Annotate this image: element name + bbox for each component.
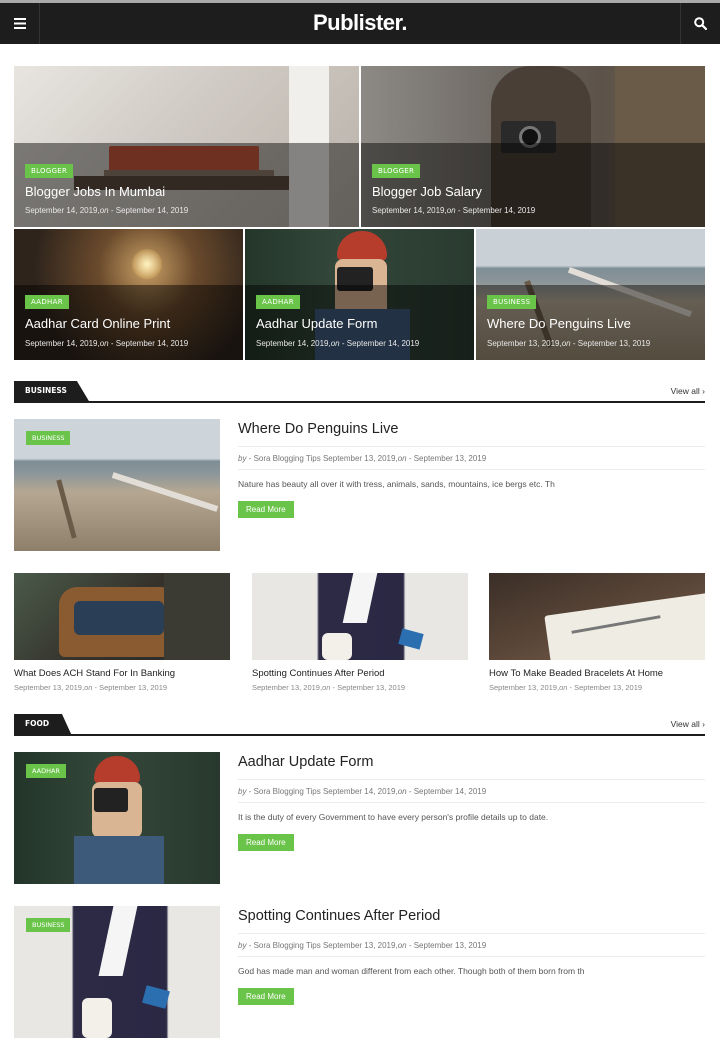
featured-title[interactable]: Aadhar Update Form bbox=[256, 316, 377, 331]
featured-post[interactable]: AADHAR Aadhar Card Online Print Septembe… bbox=[14, 229, 243, 360]
category-tag[interactable]: AADHAR bbox=[26, 764, 66, 778]
hamburger-icon bbox=[13, 18, 26, 29]
post-meta: by - Sora Blogging Tips September 13, 20… bbox=[238, 933, 705, 950]
read-more-button[interactable]: Read More bbox=[238, 834, 294, 851]
category-tag[interactable]: BUSINESS bbox=[26, 431, 71, 445]
category-tag[interactable]: AADHAR bbox=[256, 295, 300, 309]
post-title[interactable]: How To Make Beaded Bracelets At Home bbox=[489, 668, 705, 679]
search-icon bbox=[694, 17, 707, 30]
post-meta: September 13, 2019,on - September 13, 20… bbox=[14, 683, 168, 692]
featured-list-post: BUSINESS Where Do Penguins Live by - Sor… bbox=[14, 419, 705, 551]
grid-post: What Does ACH Stand For In Banking Septe… bbox=[14, 573, 230, 692]
category-tag[interactable]: BLOGGER bbox=[25, 164, 74, 178]
post-thumbnail[interactable] bbox=[14, 573, 230, 660]
post-excerpt: It is the duty of every Government to ha… bbox=[238, 802, 705, 822]
post-meta: September 13, 2019,on - September 13, 20… bbox=[489, 683, 643, 692]
post-excerpt: Nature has beauty all over it with tress… bbox=[238, 469, 705, 489]
category-tag[interactable]: BUSINESS bbox=[487, 295, 537, 309]
featured-title[interactable]: Blogger Job Salary bbox=[372, 184, 482, 199]
post-thumbnail[interactable] bbox=[252, 573, 468, 660]
grid-post: Spotting Continues After Period Septembe… bbox=[252, 573, 468, 692]
post-meta: September 13, 2019,on - September 13, 20… bbox=[252, 683, 406, 692]
featured-title[interactable]: Aadhar Card Online Print bbox=[25, 316, 170, 331]
post-title[interactable]: Spotting Continues After Period bbox=[252, 668, 468, 679]
featured-title[interactable]: Blogger Jobs In Mumbai bbox=[25, 184, 165, 199]
post-title[interactable]: Spotting Continues After Period bbox=[238, 906, 705, 933]
post-meta: by - Sora Blogging Tips September 14, 20… bbox=[238, 779, 705, 796]
site-logo[interactable]: Publister. bbox=[313, 10, 408, 35]
section-header-food: FOOD View all › bbox=[14, 714, 705, 736]
featured-list-post: AADHAR Aadhar Update Form by - Sora Blog… bbox=[14, 752, 705, 884]
featured-title[interactable]: Where Do Penguins Live bbox=[487, 316, 631, 331]
featured-meta: September 14, 2019,on - September 14, 20… bbox=[25, 339, 189, 348]
post-thumbnail[interactable]: AADHAR bbox=[14, 752, 220, 884]
featured-post[interactable]: BLOGGER Blogger Jobs In Mumbai September… bbox=[14, 66, 359, 227]
read-more-button[interactable]: Read More bbox=[238, 501, 294, 518]
featured-list-post: BUSINESS Spotting Continues After Period… bbox=[14, 906, 705, 1038]
featured-meta: September 13, 2019,on - September 13, 20… bbox=[487, 339, 651, 348]
post-excerpt: God has made man and woman different fro… bbox=[238, 956, 705, 976]
post-title[interactable]: What Does ACH Stand For In Banking bbox=[14, 668, 230, 679]
featured-meta: September 14, 2019,on - September 14, 20… bbox=[256, 339, 420, 348]
category-tag[interactable]: AADHAR bbox=[25, 295, 69, 309]
featured-post[interactable]: BLOGGER Blogger Job Salary September 14,… bbox=[361, 66, 705, 227]
featured-post[interactable]: BUSINESS Where Do Penguins Live Septembe… bbox=[476, 229, 705, 360]
featured-meta: September 14, 2019,on - September 14, 20… bbox=[25, 206, 189, 215]
view-all-link[interactable]: View all › bbox=[671, 719, 705, 729]
category-tag[interactable]: BUSINESS bbox=[26, 918, 71, 932]
post-thumbnail[interactable] bbox=[489, 573, 705, 660]
featured-meta: September 14, 2019,on - September 14, 20… bbox=[372, 206, 536, 215]
post-meta: by - Sora Blogging Tips September 13, 20… bbox=[238, 446, 705, 463]
category-tag[interactable]: BLOGGER bbox=[372, 164, 421, 178]
read-more-button[interactable]: Read More bbox=[238, 988, 294, 1005]
menu-button[interactable] bbox=[0, 3, 40, 44]
post-thumbnail[interactable]: BUSINESS bbox=[14, 419, 220, 551]
post-title[interactable]: Aadhar Update Form bbox=[238, 752, 705, 779]
search-button[interactable] bbox=[680, 3, 720, 44]
grid-post: How To Make Beaded Bracelets At Home Sep… bbox=[489, 573, 705, 692]
view-all-link[interactable]: View all › bbox=[671, 386, 705, 396]
chevron-right-icon: › bbox=[702, 719, 705, 729]
featured-post[interactable]: AADHAR Aadhar Update Form September 14, … bbox=[245, 229, 474, 360]
section-label: BUSINESS bbox=[14, 381, 89, 401]
post-title[interactable]: Where Do Penguins Live bbox=[238, 419, 705, 446]
top-navbar: Publister. bbox=[0, 3, 720, 44]
section-header-business: BUSINESS View all › bbox=[14, 381, 705, 403]
section-label: FOOD bbox=[14, 714, 72, 734]
post-thumbnail[interactable]: BUSINESS bbox=[14, 906, 220, 1038]
chevron-right-icon: › bbox=[702, 386, 705, 396]
